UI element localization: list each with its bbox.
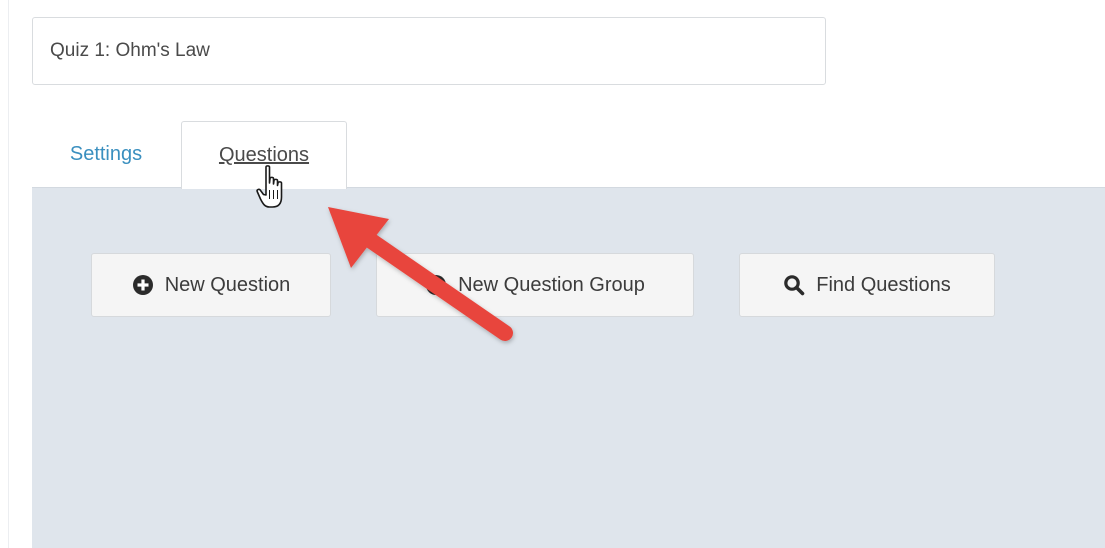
find-questions-label: Find Questions (816, 273, 951, 296)
search-icon (783, 274, 805, 296)
find-questions-button[interactable]: Find Questions (739, 253, 995, 317)
plus-circle-icon (425, 274, 447, 296)
new-question-group-label: New Question Group (458, 273, 645, 296)
tab-settings-label: Settings (69, 143, 143, 165)
tab-settings[interactable]: Settings (32, 121, 180, 188)
new-question-label: New Question (164, 273, 291, 296)
new-question-group-button[interactable]: New Question Group (376, 253, 694, 317)
quiz-editor: Settings Questions New Question New Ques… (0, 0, 1105, 548)
plus-circle-icon (132, 274, 154, 296)
hand-pointer-icon (256, 165, 283, 208)
new-question-button[interactable]: New Question (91, 253, 331, 317)
quiz-title-input[interactable] (32, 17, 826, 85)
left-divider (8, 0, 9, 548)
questions-panel (32, 187, 1105, 548)
